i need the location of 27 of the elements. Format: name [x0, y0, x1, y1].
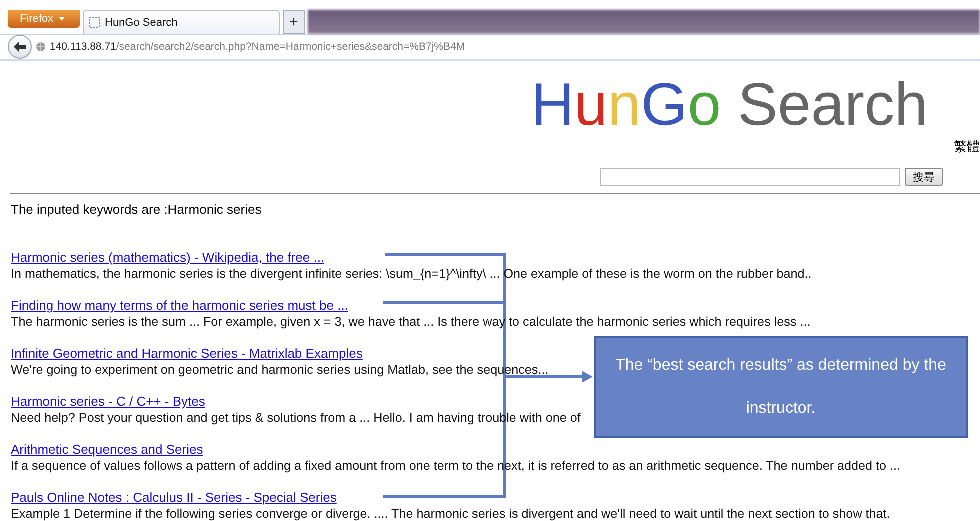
callout-box: The “best search results” as determined by the instructor. [594, 336, 968, 438]
logo-letter: Search [738, 71, 928, 138]
result-link[interactable]: Arithmetic Sequences and Series [11, 442, 204, 458]
back-button[interactable] [8, 35, 32, 59]
browser-tab[interactable]: HunGo Search [83, 10, 280, 34]
result-link[interactable]: Harmonic series - C / C++ - Bytes [11, 394, 206, 410]
page-icon [89, 17, 100, 28]
logo-letter: u [574, 71, 608, 138]
new-tab-button[interactable]: + [283, 10, 305, 34]
keywords-text: The inputed keywords are :Harmonic series [11, 202, 263, 217]
result-link[interactable]: Harmonic series (mathematics) - Wikipedia, the free ... [11, 250, 325, 266]
search-field[interactable] [600, 168, 900, 186]
logo-letter: n [608, 71, 642, 138]
logo-letter: H [531, 71, 574, 138]
language-link[interactable]: 繁體 [954, 138, 980, 156]
result-link[interactable]: Pauls Online Notes : Calculus II - Series - Special Series [11, 490, 337, 506]
tab-title: HunGo Search [105, 16, 178, 28]
logo-letter: G [641, 71, 688, 138]
result-snippet: Example 1 Determine if the following series converge or diverge. .... The harmonic series is divergent and we'll need to wait until the next section to show that. [11, 506, 890, 521]
back-arrow-icon [14, 42, 26, 52]
logo-letter: o [688, 71, 722, 138]
caret-icon [58, 17, 65, 21]
result-link[interactable]: Infinite Geometric and Harmonic Series - Matrixlab Examples [11, 346, 363, 362]
globe-icon [36, 42, 46, 52]
search-button[interactable]: 搜尋 [905, 168, 943, 186]
address-field[interactable]: 140.113.88.71/search/search2/search.php?Name=Harmonic+series&search=%B7j%B4M [50, 41, 466, 53]
result-link[interactable]: Finding how many terms of the harmonic series must be ... [11, 298, 348, 314]
